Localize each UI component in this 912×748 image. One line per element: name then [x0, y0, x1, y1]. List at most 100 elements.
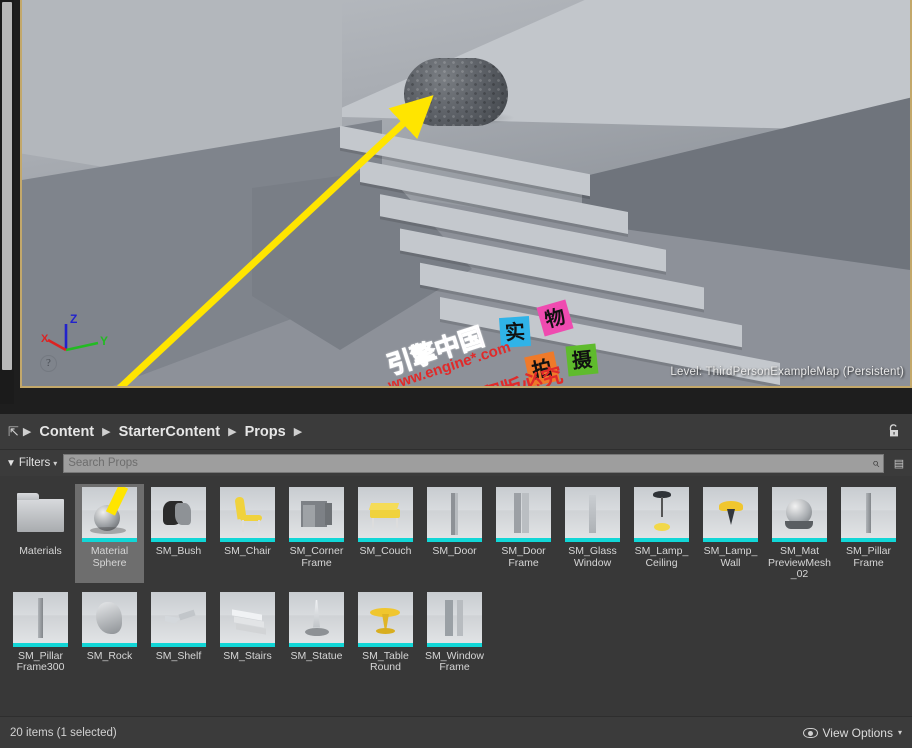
asset-tile[interactable]: SM_Bush	[144, 484, 213, 583]
breadcrumb-item-props[interactable]: Props	[239, 424, 292, 440]
scene-material-sphere[interactable]	[404, 58, 508, 126]
asset-label: SM_Table Round	[352, 651, 420, 674]
viewport-scrollbar-thumb[interactable]	[2, 2, 12, 370]
asset-label: SM_Corner Frame	[283, 546, 351, 569]
status-bar: 20 items (1 selected) View Options ▾	[0, 716, 912, 748]
asset-label: SM_Couch	[352, 546, 420, 558]
asset-thumbnail	[358, 592, 413, 647]
svg-text:Z: Z	[70, 312, 77, 326]
asset-label: SM_Rock	[76, 651, 144, 663]
asset-thumbnail	[220, 592, 275, 647]
breadcrumb-separator: ▶	[21, 425, 33, 438]
asset-thumbnail	[13, 592, 68, 647]
asset-tile[interactable]: SM_Corner Frame	[282, 484, 351, 583]
chevron-down-icon: ▾	[898, 728, 902, 737]
breadcrumb-item-startercontent[interactable]: StarterContent	[113, 424, 227, 440]
level-label: Level: ThirdPersonExampleMap (Persistent…	[670, 366, 904, 378]
asset-tile[interactable]: SM_Couch	[351, 484, 420, 583]
content-browser: ⇱ ▶ Content ▶ StarterContent ▶ Props ▶ ▼…	[0, 414, 912, 748]
asset-thumbnail	[220, 487, 275, 542]
asset-tile[interactable]: SM_Shelf	[144, 589, 213, 676]
asset-thumbnail	[496, 487, 551, 542]
asset-thumbnail	[703, 487, 758, 542]
view-options-button[interactable]: View Options ▾	[803, 726, 903, 740]
asset-label: SM_Door	[421, 546, 489, 558]
asset-label: SM_Mat PreviewMesh _02	[766, 546, 834, 581]
asset-thumbnail	[565, 487, 620, 542]
folder-icon	[13, 487, 68, 542]
viewport-help-icon[interactable]: ?	[40, 355, 57, 372]
asset-tile[interactable]: SM_Window Frame	[420, 589, 489, 676]
viewport-frame[interactable]: 实 物 拍 摄 Z Y X ? 引擎中国 www.engine*.com 翻版必…	[20, 0, 912, 388]
asset-tile[interactable]: SM_Rock	[75, 589, 144, 676]
asset-thumbnail	[289, 487, 344, 542]
eye-icon	[803, 728, 818, 738]
save-search-icon[interactable]: ▤	[892, 455, 906, 471]
asset-label: SM_Pillar Frame300	[7, 651, 75, 674]
asset-label: SM_Lamp_ Wall	[697, 546, 765, 569]
breadcrumb-separator: ▶	[292, 425, 304, 438]
search-icon[interactable]: ⌕	[872, 455, 879, 471]
asset-tile[interactable]: SM_Pillar Frame	[834, 484, 903, 583]
unreal-editor-window: 实 物 拍 摄 Z Y X ? 引擎中国 www.engine*.com 翻版必…	[0, 0, 912, 748]
asset-tile[interactable]: Materials	[6, 484, 75, 583]
asset-thumbnail	[82, 592, 137, 647]
asset-label: SM_Window Frame	[421, 651, 489, 674]
search-box[interactable]: ⌕	[63, 454, 884, 473]
asset-label: Materials	[7, 546, 75, 558]
asset-label: SM_Shelf	[145, 651, 213, 663]
asset-tile[interactable]: SM_Door	[420, 484, 489, 583]
search-input[interactable]	[68, 457, 871, 469]
asset-thumbnail	[151, 592, 206, 647]
asset-label: SM_Door Frame	[490, 546, 558, 569]
svg-text:X: X	[41, 333, 49, 345]
asset-tile[interactable]: SM_Pillar Frame300	[6, 589, 75, 676]
asset-thumbnail	[151, 487, 206, 542]
asset-tile[interactable]: SM_Lamp_ Wall	[696, 484, 765, 583]
asset-tile[interactable]: Material Sphere	[75, 484, 144, 583]
filters-button[interactable]: ▼ Filters ▾	[6, 457, 57, 469]
home-icon[interactable]: ⇱	[4, 424, 21, 440]
breadcrumb-separator: ▶	[226, 425, 238, 438]
asset-thumbnail	[427, 592, 482, 647]
asset-thumbnail	[82, 487, 137, 542]
asset-label: SM_Chair	[214, 546, 282, 558]
asset-tile[interactable]: SM_Glass Window	[558, 484, 627, 583]
asset-thumbnail	[772, 487, 827, 542]
asset-thumbnail	[841, 487, 896, 542]
view-options-label: View Options	[823, 726, 893, 740]
asset-thumbnail	[289, 592, 344, 647]
asset-tile[interactable]: SM_Statue	[282, 589, 351, 676]
asset-tile[interactable]: SM_Stairs	[213, 589, 282, 676]
breadcrumb-separator: ▶	[100, 425, 112, 438]
svg-text:Y: Y	[100, 334, 108, 348]
item-count-label: 20 items (1 selected)	[10, 727, 117, 739]
watermark-tile-4: 摄	[566, 344, 599, 377]
asset-tile[interactable]: SM_Lamp_ Ceiling	[627, 484, 696, 583]
asset-thumbnail	[358, 487, 413, 542]
filter-bar: ▼ Filters ▾ ⌕ ▤	[0, 450, 912, 476]
asset-thumbnail	[427, 487, 482, 542]
asset-label: SM_Glass Window	[559, 546, 627, 569]
asset-tile[interactable]: SM_Door Frame	[489, 484, 558, 583]
asset-tile[interactable]: SM_Mat PreviewMesh _02	[765, 484, 834, 583]
viewport-scene: 实 物 拍 摄 Z Y X ? 引擎中国 www.engine*.com 翻版必…	[22, 0, 910, 386]
breadcrumb-item-content[interactable]: Content	[33, 424, 100, 440]
asset-label: SM_Stairs	[214, 651, 282, 663]
asset-label: SM_Statue	[283, 651, 351, 663]
viewport-scrollbar-track[interactable]	[0, 0, 14, 404]
chevron-down-icon: ▾	[53, 459, 57, 468]
asset-label: SM_Pillar Frame	[835, 546, 903, 569]
asset-label: SM_Bush	[145, 546, 213, 558]
asset-label: SM_Lamp_ Ceiling	[628, 546, 696, 569]
filters-label: Filters	[19, 457, 50, 469]
asset-label: Material Sphere	[76, 546, 144, 569]
asset-grid[interactable]: MaterialsMaterial SphereSM_BushSM_ChairS…	[0, 476, 912, 716]
asset-tile[interactable]: SM_Chair	[213, 484, 282, 583]
asset-tile[interactable]: SM_Table Round	[351, 589, 420, 676]
unlock-icon[interactable]	[886, 423, 902, 439]
breadcrumb: ⇱ ▶ Content ▶ StarterContent ▶ Props ▶	[0, 414, 912, 450]
asset-thumbnail	[634, 487, 689, 542]
level-viewport[interactable]: 实 物 拍 摄 Z Y X ? 引擎中国 www.engine*.com 翻版必…	[0, 0, 912, 414]
funnel-icon: ▼	[6, 458, 16, 469]
